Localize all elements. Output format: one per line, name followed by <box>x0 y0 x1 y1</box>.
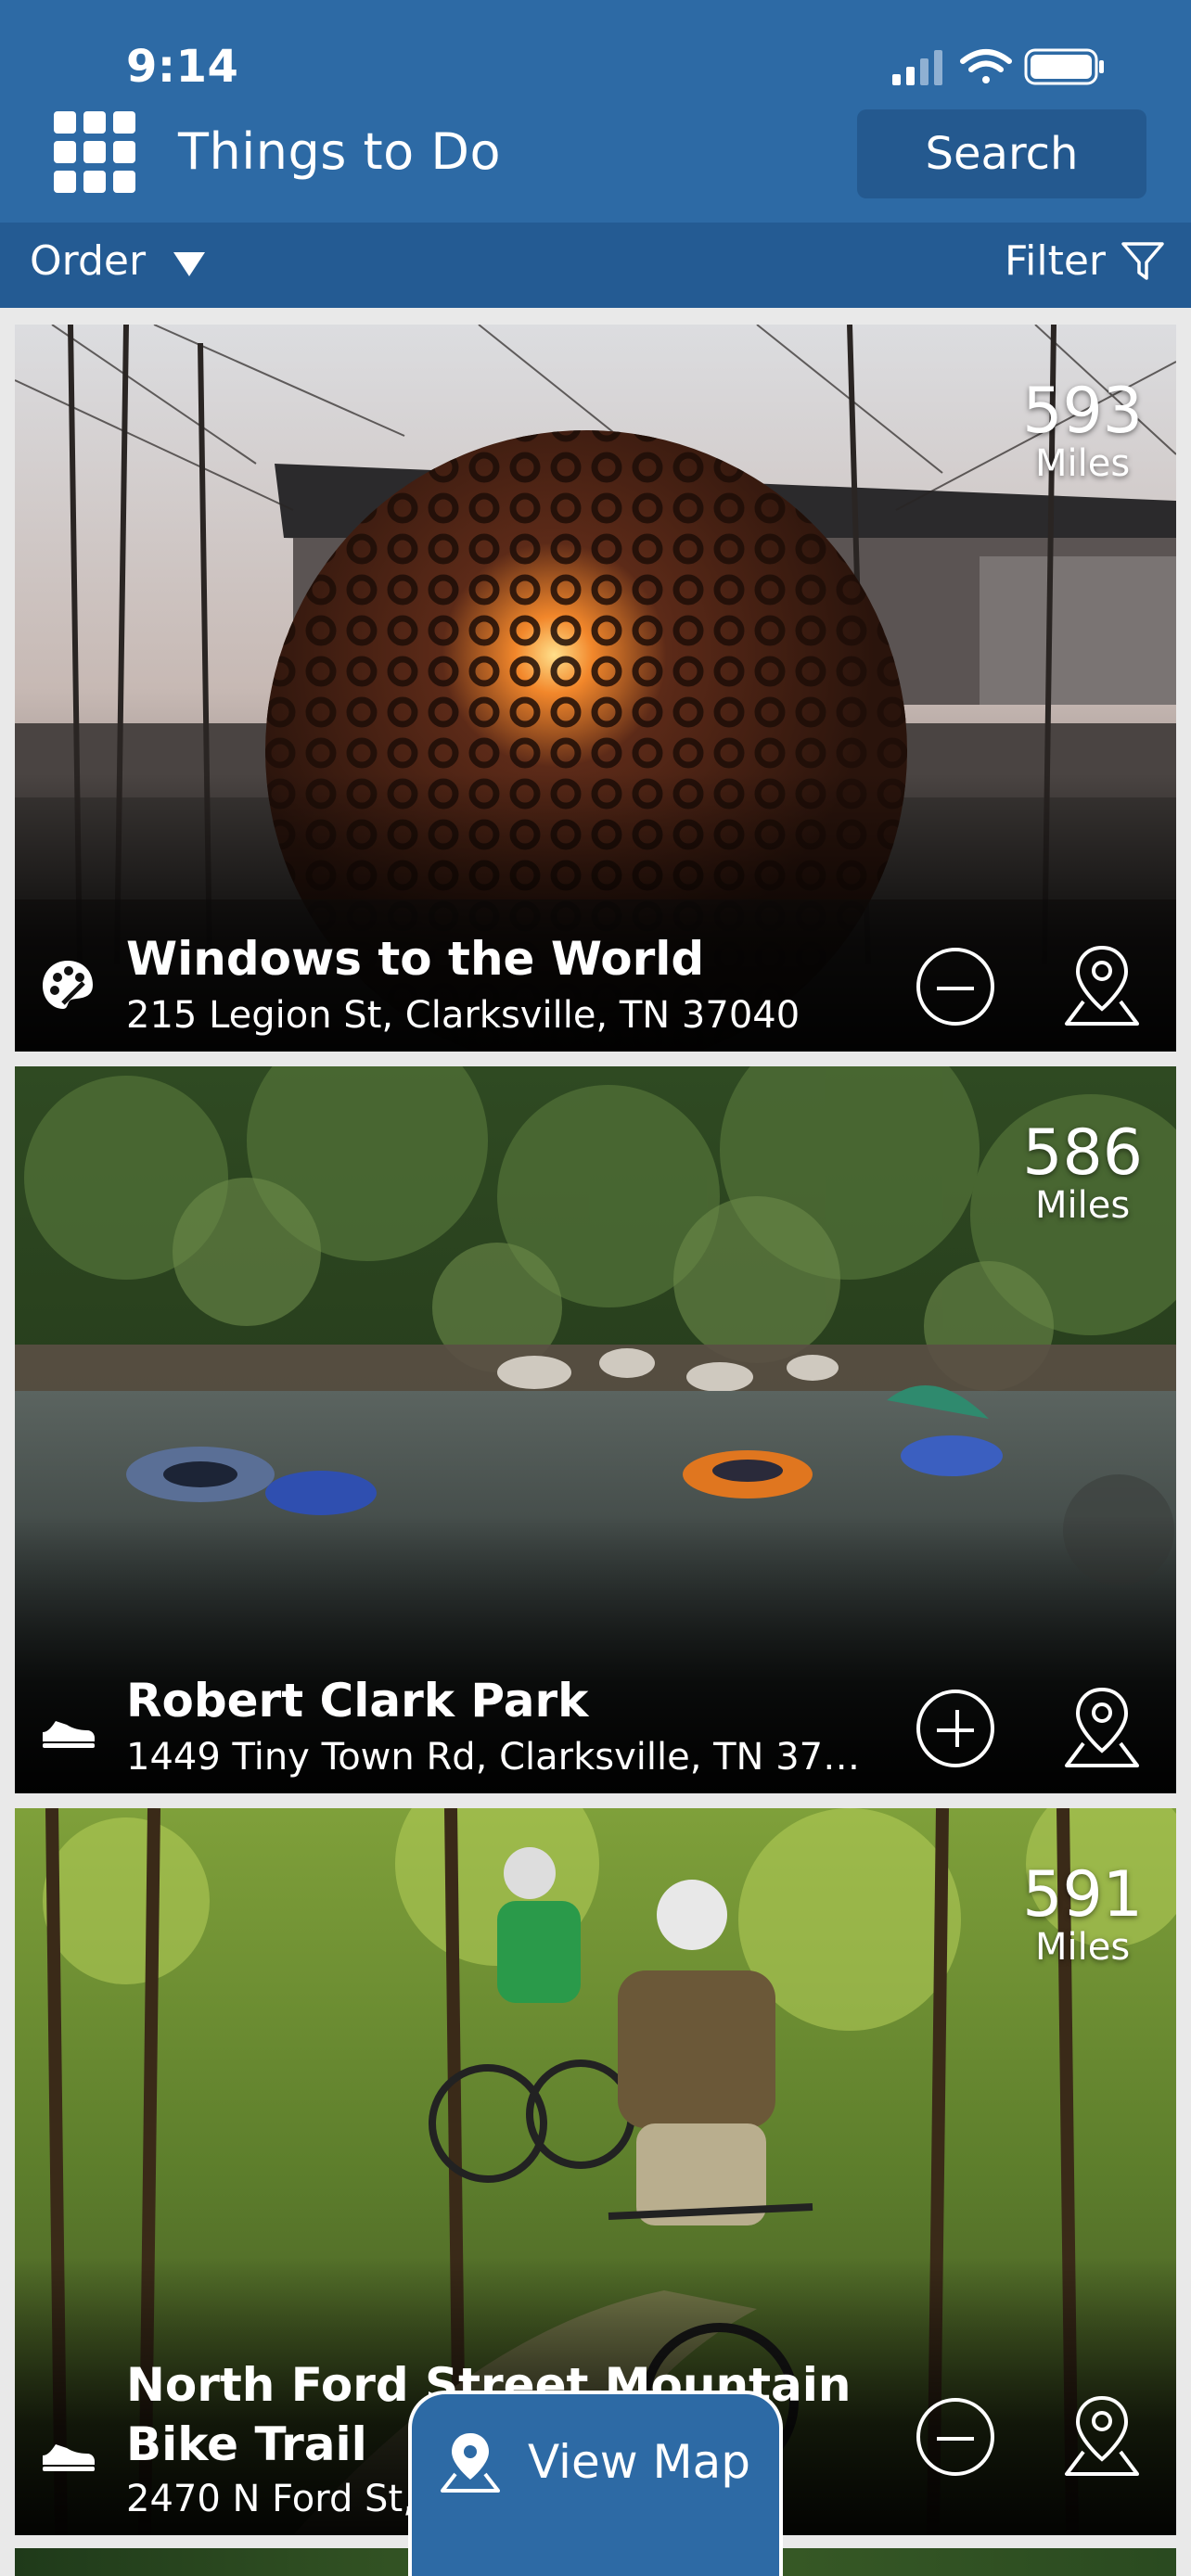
order-dropdown[interactable]: Order <box>30 237 206 285</box>
caret-down-icon <box>173 251 206 276</box>
status-icons <box>892 48 1104 85</box>
activity-address: 1449 Tiny Town Rd, Clarksville, TN 370..… <box>126 1736 868 1779</box>
filter-label: Filter <box>1005 237 1106 285</box>
map-pin-icon[interactable] <box>1063 944 1141 1027</box>
activity-name: Robert Clark Park <box>126 1674 589 1728</box>
map-pin-icon[interactable] <box>1063 1686 1141 1769</box>
view-map-button[interactable]: View Map <box>408 2391 783 2576</box>
distance-value: 593 <box>1022 375 1143 448</box>
page-title: Things to Do <box>178 122 502 181</box>
remove-from-itinerary-button[interactable] <box>916 2398 994 2476</box>
distance-unit: Miles <box>1035 1184 1131 1227</box>
cellular-signal-icon <box>892 50 942 85</box>
add-to-itinerary-button[interactable] <box>916 1690 994 1767</box>
app-header: 9:14 Things to Do Search <box>0 0 1191 223</box>
view-map-label: View Map <box>527 2435 751 2489</box>
search-button[interactable]: Search <box>857 109 1146 198</box>
activity-card[interactable]: 593 Miles Windows to the World 215 Legio… <box>15 325 1176 1052</box>
distance-unit: Miles <box>1035 1926 1131 1969</box>
minus-icon <box>937 987 974 990</box>
activity-address: 215 Legion St, Clarksville, TN 37040 <box>126 994 800 1037</box>
funnel-icon <box>1121 241 1164 280</box>
order-label: Order <box>30 237 147 285</box>
minus-icon <box>937 2437 974 2441</box>
apps-grid-icon[interactable] <box>54 111 135 193</box>
distance-badge: 593 Miles <box>1022 375 1143 485</box>
sneaker-icon <box>43 2444 95 2471</box>
activity-name: Windows to the World <box>126 932 705 986</box>
palette-icon <box>43 961 93 1009</box>
wifi-icon <box>960 49 1012 83</box>
distance-badge: 591 Miles <box>1022 1858 1143 1969</box>
status-time: 9:14 <box>126 41 239 93</box>
activity-card[interactable]: 586 Miles Robert Clark Park 1449 Tiny To… <box>15 1066 1176 1793</box>
activity-address: 2470 N Ford St, <box>126 2478 415 2520</box>
distance-unit: Miles <box>1035 442 1131 485</box>
map-location-icon <box>440 2433 500 2493</box>
distance-value: 591 <box>1022 1858 1143 1932</box>
map-pin-icon[interactable] <box>1063 2394 1141 2478</box>
battery-icon <box>1024 48 1104 85</box>
remove-from-itinerary-button[interactable] <box>916 948 994 1026</box>
sort-filter-bar: Order Filter <box>0 223 1191 308</box>
sneaker-icon <box>43 1721 95 1748</box>
top-bar: Things to Do Search <box>0 98 1191 217</box>
distance-badge: 586 Miles <box>1022 1116 1143 1227</box>
distance-value: 586 <box>1022 1116 1143 1190</box>
filter-button[interactable]: Filter <box>1005 237 1165 285</box>
